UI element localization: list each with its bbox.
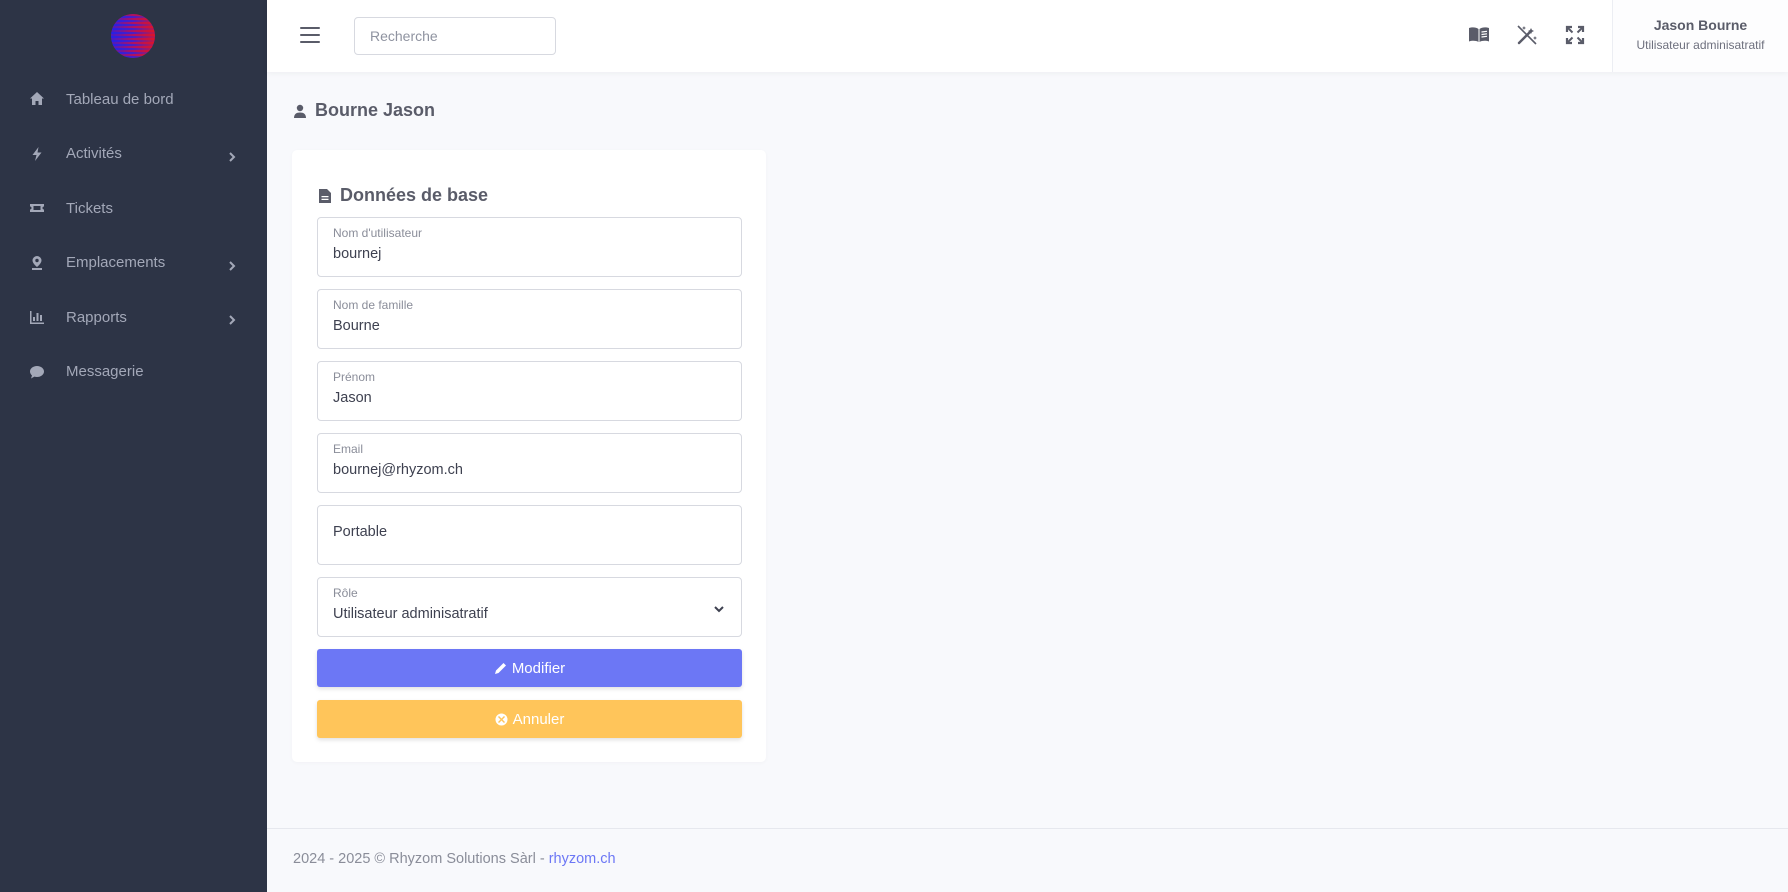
sidebar-item-label: Tickets bbox=[66, 199, 113, 217]
bolt-icon bbox=[28, 145, 46, 163]
modify-button[interactable]: Modifier bbox=[317, 649, 742, 687]
chevron-right-icon bbox=[227, 258, 237, 271]
sidebar-item-activities[interactable]: Activités bbox=[0, 127, 267, 182]
footer: 2024 - 2025 © Rhyzom Solutions Sàrl - rh… bbox=[267, 828, 1788, 892]
cancel-button[interactable]: Annuler bbox=[317, 700, 742, 738]
field-label: Nom de famille bbox=[333, 298, 414, 312]
chevron-down-icon bbox=[713, 602, 725, 614]
user-icon bbox=[294, 104, 306, 118]
field-value: Utilisateur adminisatratif bbox=[333, 606, 488, 622]
modify-button-label: Modifier bbox=[511, 659, 566, 677]
footer-text: 2024 - 2025 © Rhyzom Solutions Sàrl - rh… bbox=[293, 851, 616, 867]
search-input[interactable] bbox=[354, 17, 556, 55]
page-title-text: Bourne Jason bbox=[315, 100, 436, 120]
sidebar-nav: Tableau de bord Activités Tickets Emplac… bbox=[0, 72, 267, 399]
sidebar-item-label: Activités bbox=[66, 145, 122, 163]
sidebar: Tableau de bord Activités Tickets Emplac… bbox=[0, 0, 267, 892]
field-label: Nom d'utilisateur bbox=[333, 226, 422, 240]
field-label: Rôle bbox=[333, 586, 358, 600]
role-select[interactable]: Rôle Utilisateur adminisatratif bbox=[317, 577, 742, 637]
fullscreen-icon[interactable] bbox=[1564, 24, 1586, 46]
chevron-right-icon bbox=[227, 312, 237, 325]
cancel-button-label: Annuler bbox=[512, 710, 565, 728]
field-value: Bourne bbox=[333, 318, 380, 334]
copyright-text: 2024 - 2025 © Rhyzom Solutions Sàrl - bbox=[293, 851, 549, 867]
field-placeholder: Portable bbox=[333, 524, 388, 540]
footer-link[interactable]: rhyzom.ch bbox=[549, 851, 616, 867]
sidebar-item-label: Messagerie bbox=[66, 363, 144, 381]
sidebar-item-dashboard[interactable]: Tableau de bord bbox=[0, 72, 267, 127]
field-value: bournej@rhyzom.ch bbox=[333, 462, 463, 478]
map-pin-icon bbox=[28, 254, 46, 272]
bar-chart-icon bbox=[28, 308, 46, 326]
field-value: Jason bbox=[333, 390, 372, 406]
user-name: Jason Bourne bbox=[1653, 17, 1748, 33]
pencil-icon bbox=[494, 662, 506, 674]
chat-icon bbox=[28, 363, 46, 381]
field-label: Prénom bbox=[333, 370, 376, 384]
firstname-field[interactable]: Prénom Jason bbox=[317, 361, 742, 421]
basic-data-card: Données de base Nom d'utilisateur bourne… bbox=[292, 150, 766, 762]
chevron-right-icon bbox=[227, 149, 237, 162]
email-field[interactable]: Email bournej@rhyzom.ch bbox=[317, 433, 742, 493]
user-menu[interactable]: Jason Bourne Utilisateur adminisatratif bbox=[1612, 0, 1788, 72]
cancel-circle-icon bbox=[495, 713, 508, 725]
sidebar-item-messaging[interactable]: Messagerie bbox=[0, 345, 267, 400]
card-title: Données de base bbox=[318, 185, 488, 206]
field-label: Email bbox=[333, 442, 364, 456]
card-title-text: Données de base bbox=[340, 185, 489, 205]
ticket-icon bbox=[28, 199, 46, 217]
sidebar-item-label: Rapports bbox=[66, 308, 127, 326]
magic-wand-icon[interactable] bbox=[1516, 24, 1538, 46]
page-title: Bourne Jason bbox=[293, 100, 435, 121]
document-icon bbox=[319, 188, 331, 203]
logo[interactable] bbox=[111, 14, 155, 58]
mobile-field[interactable]: Portable bbox=[317, 505, 742, 565]
username-field[interactable]: Nom d'utilisateur bournej bbox=[317, 217, 742, 277]
sidebar-item-label: Tableau de bord bbox=[66, 90, 174, 108]
sidebar-item-label: Emplacements bbox=[66, 254, 166, 272]
user-role: Utilisateur adminisatratif bbox=[1636, 38, 1765, 52]
menu-toggle-icon[interactable] bbox=[300, 27, 320, 43]
sidebar-item-tickets[interactable]: Tickets bbox=[0, 181, 267, 236]
sidebar-item-locations[interactable]: Emplacements bbox=[0, 236, 267, 291]
sidebar-item-reports[interactable]: Rapports bbox=[0, 290, 267, 345]
field-value: bournej bbox=[333, 246, 382, 262]
topbar: Jason Bourne Utilisateur adminisatratif bbox=[267, 0, 1788, 72]
home-icon bbox=[28, 90, 46, 108]
book-icon[interactable] bbox=[1468, 24, 1490, 46]
lastname-field[interactable]: Nom de famille Bourne bbox=[317, 289, 742, 349]
